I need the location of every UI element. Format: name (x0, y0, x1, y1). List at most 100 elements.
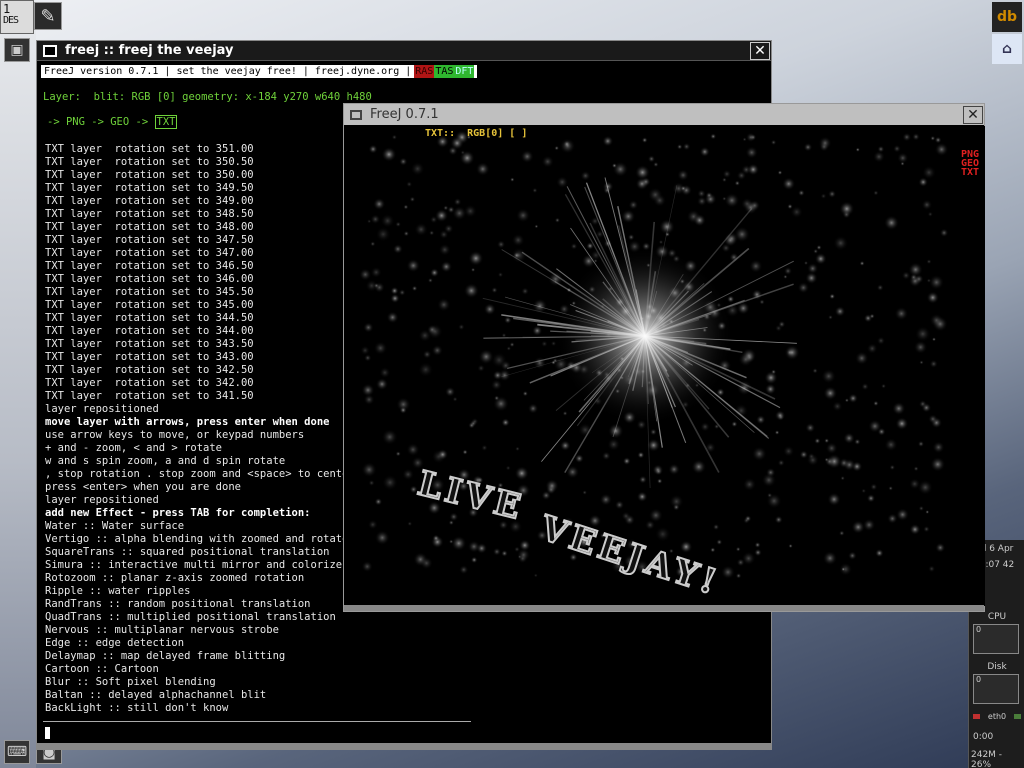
particle (716, 539, 723, 546)
particle (722, 196, 727, 201)
particle (774, 515, 783, 524)
console-line: TXT layer rotation set to 349.00 (45, 195, 254, 207)
freej-bottom-border (344, 605, 984, 611)
particle (939, 228, 949, 238)
particle (731, 420, 738, 428)
window-menu-icon[interactable] (350, 109, 362, 120)
particle (411, 285, 418, 292)
particle (910, 273, 918, 281)
freej-titlebar[interactable]: FreeJ 0.7.1 ✕ (344, 104, 984, 125)
particle (406, 181, 413, 188)
particle (838, 530, 845, 537)
terminal-close-button[interactable]: ✕ (750, 41, 770, 60)
particle (641, 137, 648, 144)
particle (373, 341, 388, 355)
particle (477, 364, 485, 373)
particle (693, 213, 706, 227)
console-line: Baltan :: delayed alphachannel blit (45, 689, 267, 701)
particle (647, 155, 656, 163)
particle (921, 402, 932, 413)
chain-txt-selected[interactable]: TXT (154, 115, 178, 129)
particle (829, 293, 836, 300)
particle (691, 459, 707, 475)
particle (399, 157, 408, 166)
particle (511, 233, 525, 247)
particle (510, 177, 515, 182)
particle (470, 556, 478, 564)
particle (805, 271, 818, 285)
terminal-icon[interactable]: ▣ (4, 38, 30, 62)
particle (724, 192, 740, 208)
terminal-titlebar[interactable]: freej :: freej the veejay ✕ (37, 41, 771, 61)
particle (918, 177, 929, 187)
particle (403, 204, 409, 210)
particle (901, 271, 911, 280)
command-input-cursor[interactable] (45, 727, 50, 739)
net-rx-led (973, 714, 980, 719)
particle (406, 443, 420, 457)
particle (468, 250, 484, 266)
particle (534, 224, 539, 229)
particle (930, 456, 946, 472)
particle (607, 437, 621, 451)
particle (756, 414, 766, 425)
particle (390, 286, 399, 295)
particle (814, 252, 827, 265)
console-line: Edge :: edge detection (45, 637, 185, 649)
particle (680, 185, 687, 192)
video-output[interactable]: TXT:: RGB[0] [ ] PNG GEO TXT LIVE VEEJAY… (345, 126, 985, 606)
particle (402, 468, 415, 481)
osd-layer-status: TXT:: RGB[0] [ ] (425, 128, 528, 139)
cd-player-time[interactable]: 0:00 (973, 732, 993, 742)
console-line: move layer with arrows, press enter when… (45, 416, 330, 428)
particle (710, 547, 716, 553)
particle (803, 260, 809, 266)
particle (654, 467, 663, 476)
console-line: Water :: Water surface (45, 520, 185, 532)
particle (774, 410, 786, 421)
particle (923, 525, 930, 533)
particle (884, 438, 898, 452)
db-logo-icon[interactable]: db (992, 2, 1022, 32)
particle (475, 162, 490, 176)
particle (672, 503, 680, 511)
keyboard-icon[interactable]: ⌨ (4, 740, 30, 764)
particle (628, 200, 639, 210)
workspace-pager[interactable]: 1 DES (0, 0, 34, 34)
particle (427, 324, 438, 335)
chain-geo[interactable]: GEO (110, 116, 129, 128)
particle (541, 155, 554, 168)
particle (914, 326, 931, 342)
particle (370, 214, 381, 225)
particle (814, 437, 821, 445)
particle (824, 456, 835, 467)
particle (453, 197, 462, 206)
window-menu-icon[interactable] (43, 44, 57, 57)
home-icon[interactable]: ⌂ (992, 34, 1022, 64)
particle (602, 135, 614, 147)
status-tag-tas: TAS (434, 65, 455, 78)
layer-value: blit: (93, 91, 126, 103)
particle (621, 209, 636, 224)
console-line: TXT layer rotation set to 350.00 (45, 169, 254, 181)
particle (807, 452, 815, 460)
particle (839, 201, 855, 217)
particle (509, 342, 515, 348)
clock-icon[interactable]: ✎ (34, 2, 62, 30)
particle (414, 222, 428, 237)
particle (443, 223, 454, 234)
particle (656, 478, 663, 484)
particle (420, 556, 433, 570)
chain-png[interactable]: PNG (66, 116, 85, 128)
console-line: TXT layer rotation set to 347.00 (45, 247, 254, 259)
status-text: FreeJ version 0.7.1 | set the veejay fre… (44, 66, 412, 77)
particle (653, 161, 659, 168)
particle (562, 410, 568, 416)
freej-close-button[interactable]: ✕ (963, 105, 983, 124)
particle (784, 344, 800, 361)
particle (934, 142, 949, 157)
console-log: TXT layer rotation set to 351.00 TXT laye… (45, 143, 355, 715)
particle (438, 243, 451, 256)
particle (501, 418, 510, 427)
particle (848, 393, 858, 404)
